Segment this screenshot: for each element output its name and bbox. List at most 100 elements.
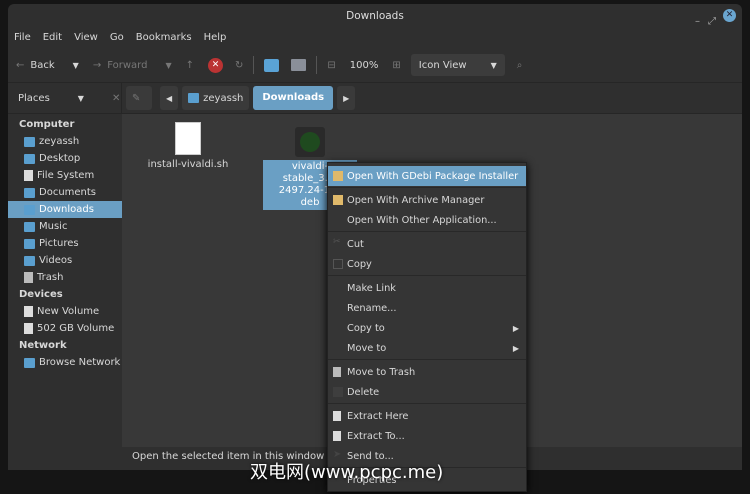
maximize-button[interactable]: ⤢ (708, 10, 716, 34)
drive-icon (24, 306, 33, 317)
menu-delete[interactable]: Delete (328, 382, 526, 402)
sidebar-item-documents[interactable]: Documents (8, 184, 122, 201)
places-selector[interactable]: Places ▼ ✕ (8, 83, 122, 113)
separator (328, 359, 526, 360)
zoom-out-icon[interactable]: ⊟ (327, 60, 335, 71)
stop-icon[interactable]: ✕ (207, 57, 223, 73)
desktop-folder-icon (24, 153, 35, 164)
home-folder-icon[interactable] (264, 58, 280, 72)
section-network: Network (19, 340, 67, 351)
home-folder-icon (24, 136, 35, 147)
videos-folder-icon (24, 255, 35, 266)
music-folder-icon (24, 221, 35, 232)
menu-view[interactable]: View (74, 28, 98, 48)
menu-open-with-gdebi[interactable]: Open With GDebi Package Installer (328, 166, 526, 186)
search-icon[interactable]: ⌕ (517, 60, 523, 71)
label: Browse Network (39, 357, 121, 368)
sidebar-item-file-system[interactable]: File System (8, 167, 122, 184)
breadcrumb-zeyassh[interactable]: zeyassh (182, 86, 250, 110)
menu-move-to-trash[interactable]: Move to Trash (328, 362, 526, 382)
breadcrumb-downloads[interactable]: Downloads (253, 86, 334, 110)
label: New Volume (37, 306, 100, 317)
scissors-icon: ✂ (333, 237, 341, 247)
separator (328, 231, 526, 232)
archive-icon (333, 195, 343, 205)
computer-icon[interactable] (291, 59, 307, 71)
label: Copy (347, 258, 372, 270)
label: Open With Other Application... (347, 214, 497, 226)
extract-icon (333, 411, 341, 421)
menu-help[interactable]: Help (204, 28, 227, 48)
separator (328, 187, 526, 188)
section-devices: Devices (19, 289, 63, 300)
chevron-down-icon[interactable]: ▼ (165, 61, 171, 70)
zoom-in-icon[interactable]: ⊞ (392, 60, 400, 71)
sidebar-item-trash[interactable]: Trash (8, 269, 122, 286)
menu-bar: File Edit View Go Bookmarks Help (8, 28, 742, 48)
chevron-down-icon: ▼ (490, 60, 497, 70)
arrow-right-icon: → (92, 59, 102, 71)
menu-cut[interactable]: ✂ Cut (328, 234, 526, 254)
watermark: 双电网(www.pcpc.me) (250, 462, 444, 483)
label: Desktop (39, 153, 81, 164)
menu-make-link[interactable]: Make Link (328, 278, 526, 298)
file-label: install-vivaldi.sh (147, 159, 229, 170)
chevron-down-icon: ▼ (77, 93, 84, 103)
file-install-vivaldi[interactable]: install-vivaldi.sh (144, 122, 232, 170)
sidebar-item-browse-network[interactable]: Browse Network (8, 354, 122, 371)
toolbar: ← Back ▼ → Forward ▼ ↑ ✕ ↻ ⊟ 100% ⊞ Icon Vie… (8, 48, 742, 82)
places-label: Places (18, 92, 50, 104)
menu-move-to[interactable]: Move to ▶ (328, 338, 526, 358)
sidebar-item-zeyassh[interactable]: zeyassh (8, 133, 122, 150)
close-sidebar-icon[interactable]: ✕ (112, 93, 120, 104)
menu-copy-to[interactable]: Copy to ▶ (328, 318, 526, 338)
sidebar-item-pictures[interactable]: Pictures (8, 235, 122, 252)
menu-rename[interactable]: Rename... (328, 298, 526, 318)
menu-file[interactable]: File (14, 28, 31, 48)
label: File System (37, 170, 95, 181)
toggle-location-entry-button[interactable]: ✎ (126, 86, 152, 110)
separator (316, 56, 318, 74)
separator (328, 275, 526, 276)
sidebar-item-downloads[interactable]: Downloads (8, 201, 122, 218)
crumb-label: zeyassh (203, 92, 244, 104)
up-arrow-icon[interactable]: ↑ (186, 60, 194, 71)
view-mode-label: Icon View (418, 59, 467, 71)
sidebar: Computer zeyassh Desktop File System Doc… (8, 114, 122, 449)
crumb-left-button[interactable]: ◀ (160, 86, 179, 110)
view-mode-select[interactable]: Icon View ▼ (410, 54, 505, 76)
label: Music (39, 221, 68, 232)
copy-icon (333, 259, 343, 269)
label: Delete (347, 386, 380, 398)
label: Open With GDebi Package Installer (347, 170, 519, 182)
chevron-down-icon[interactable]: ▼ (73, 61, 79, 70)
sidebar-item-music[interactable]: Music (8, 218, 122, 235)
menu-extract-here[interactable]: Extract Here (328, 406, 526, 426)
crumb-right-button[interactable]: ▶ (337, 86, 356, 110)
arrow-left-icon: ← (16, 59, 25, 71)
label: Videos (39, 255, 73, 266)
back-button[interactable]: ← Back ▼ (16, 60, 79, 71)
close-button[interactable]: ✕ (723, 9, 736, 22)
menu-edit[interactable]: Edit (43, 28, 62, 48)
sidebar-item-desktop[interactable]: Desktop (8, 150, 122, 167)
label: Cut (347, 238, 364, 250)
menu-open-with-other[interactable]: Open With Other Application... (328, 210, 526, 230)
menu-open-with-archive-manager[interactable]: Open With Archive Manager (328, 190, 526, 210)
sidebar-item-502gb-volume[interactable]: 502 GB Volume (8, 320, 122, 337)
submenu-arrow-icon: ▶ (512, 343, 519, 353)
forward-button[interactable]: → Forward ▼ (93, 60, 172, 71)
menu-go[interactable]: Go (110, 28, 124, 48)
delete-icon (333, 387, 343, 397)
section-computer: Computer (19, 119, 75, 130)
sidebar-item-new-volume[interactable]: New Volume (8, 303, 122, 320)
menu-extract-to[interactable]: Extract To... (328, 426, 526, 446)
sidebar-item-videos[interactable]: Videos (8, 252, 122, 269)
reload-icon[interactable]: ↻ (235, 60, 243, 71)
minimize-button[interactable]: – (695, 10, 700, 34)
label: Make Link (347, 282, 396, 294)
separator (253, 56, 255, 74)
drive-icon (24, 323, 33, 334)
menu-bookmarks[interactable]: Bookmarks (136, 28, 192, 48)
menu-copy[interactable]: Copy (328, 254, 526, 274)
